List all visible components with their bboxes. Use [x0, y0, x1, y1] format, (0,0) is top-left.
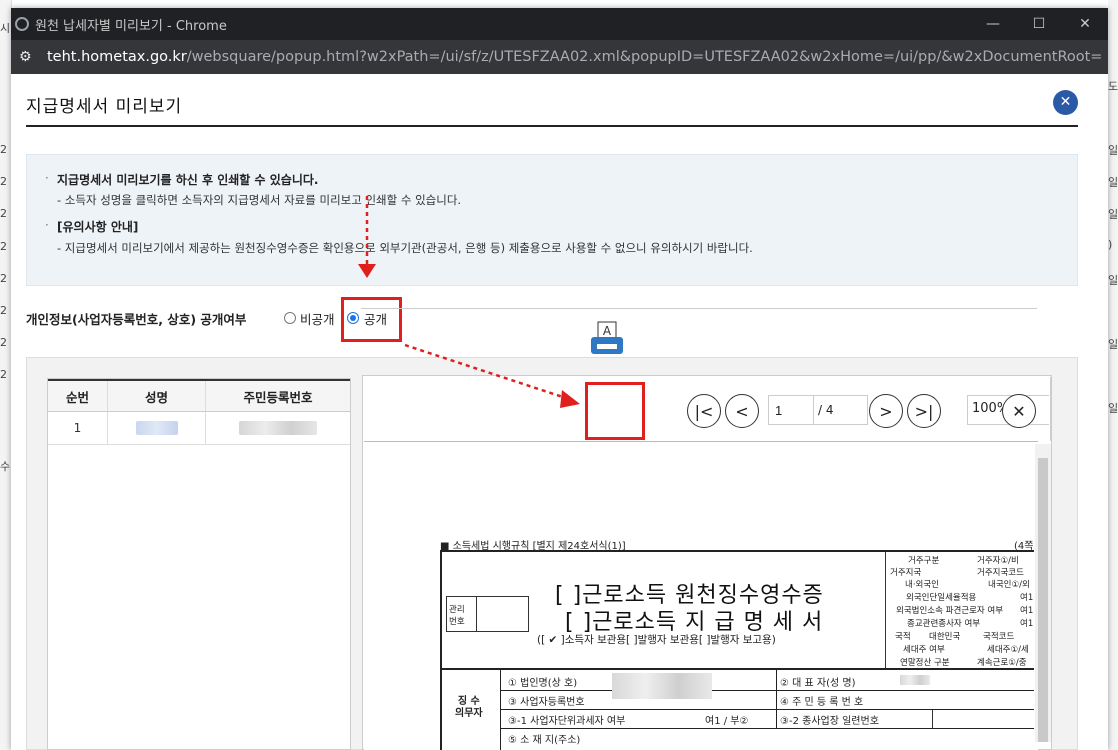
side-label: 거주자①/비 — [977, 556, 1019, 566]
side-label: 거주구분 — [908, 556, 940, 566]
scroll-thumb[interactable] — [1038, 458, 1048, 742]
field-company-name: ① 법인명(상 호) — [508, 678, 578, 689]
row-line — [500, 690, 1034, 691]
side-label: 여1 — [1020, 593, 1034, 603]
mgmt-label: 관리 번호 — [449, 605, 465, 627]
window-close-button[interactable]: ✕ — [1062, 8, 1108, 40]
info-box: · 지급명세서 미리보기를 하신 후 인쇄할 수 있습니다. - 소득자 성명을… — [26, 154, 1078, 286]
serial-box — [932, 710, 1034, 728]
next-page-button[interactable]: > — [869, 394, 903, 428]
info-line-2: [유의사항 안내] — [57, 220, 139, 234]
side-label: 세대주 여부 — [903, 645, 945, 655]
bg-text: 일 — [1108, 144, 1118, 157]
bg-text: ) — [1108, 238, 1113, 251]
page-total: / 4 — [814, 395, 868, 425]
background-page-right: 도 일 일 일 ) 일 일 일 — [1108, 0, 1118, 750]
url-host: teht.hometax.go.kr — [47, 49, 187, 65]
page-number-input[interactable] — [768, 395, 814, 425]
cell-rrn-blurred — [206, 412, 350, 444]
svg-text:A: A — [603, 324, 612, 338]
side-label: 대한민국 — [929, 632, 961, 642]
header-name: 성명 — [108, 381, 206, 411]
highlight-box-public — [341, 297, 402, 342]
payer-label: 징 수 의무자 — [455, 696, 483, 719]
page-title: 지급명세서 미리보기 — [26, 97, 183, 117]
side-label: 여1 — [1020, 619, 1034, 629]
window-title: 원천 납세자별 미리보기 - Chrome — [35, 18, 227, 34]
form-divider — [440, 668, 1034, 670]
prev-page-button[interactable]: < — [725, 394, 759, 428]
cell-no: 1 — [48, 412, 108, 444]
header-rrn: 주민등록번호 — [243, 389, 313, 405]
side-label: 계속근로①/중 — [977, 658, 1027, 668]
blurred-name — [135, 421, 178, 435]
toolbar-line — [361, 308, 1037, 309]
site-settings-icon[interactable]: ⚙ — [19, 49, 37, 65]
print-icon[interactable]: A — [590, 321, 628, 357]
row-line — [500, 728, 1034, 729]
blurred-company — [612, 673, 712, 699]
url-path: /websquare/popup.html?w2xPath=/ui/sf/z/U… — [186, 49, 1103, 65]
field-representative: ② 대 표 자(성 명) — [780, 678, 856, 689]
bg-text: 일 — [1108, 208, 1118, 221]
viewer-close-button[interactable]: ✕ — [1002, 394, 1036, 428]
employee-table: 순번 성명 주민등록번호 1 — [47, 378, 351, 750]
blurred-rrn — [239, 421, 317, 435]
bg-text: 도 — [1108, 80, 1118, 93]
address-bar[interactable]: ⚙ teht.hometax.go.kr/websquare/popup.htm… — [11, 40, 1108, 74]
bg-text: 일 — [1108, 402, 1118, 415]
info-line-1-sub: - 소득자 성명을 클릭하면 소득자의 지급명세서 자료를 미리보고 인쇄할 수… — [57, 193, 462, 207]
header-no: 순번 — [48, 381, 108, 411]
popup-close-button[interactable]: ✕ — [1053, 90, 1078, 115]
side-label: 세대주①/세 — [987, 645, 1029, 655]
privacy-label: 개인정보(사업자등록번호, 상호) 공개여부 — [26, 312, 247, 327]
minimize-button[interactable]: — — [970, 8, 1016, 40]
maximize-button[interactable]: ☐ — [1016, 8, 1062, 40]
bg-text: 일 — [1108, 176, 1118, 189]
side-label: 거주지국코드 — [977, 568, 1024, 578]
table-row[interactable]: 1 — [48, 412, 350, 445]
form-subtitle: ([ ✔ ]소득자 보관용[ ]발행자 보관용[ ]발행자 보고용) — [537, 634, 776, 646]
first-page-button[interactable]: |< — [687, 394, 721, 428]
side-label: 거주지국 — [890, 568, 922, 578]
globe-icon — [15, 17, 29, 31]
radio-private-label[interactable]: 비공개 — [300, 309, 335, 328]
toolbar-border — [1050, 377, 1051, 441]
highlight-box-print — [585, 382, 645, 440]
side-label: 내국인①/외 — [988, 580, 1030, 590]
last-page-button[interactable]: >| — [907, 394, 941, 428]
window-titlebar[interactable]: 원천 납세자별 미리보기 - Chrome — ☐ ✕ — [11, 8, 1108, 40]
document-scrollbar[interactable] — [1035, 444, 1051, 742]
bullet-icon: · — [45, 218, 49, 232]
cell-name-blurred[interactable] — [108, 412, 206, 444]
side-label: 내·외국인 — [905, 580, 939, 590]
bullet-icon: · — [45, 171, 49, 185]
field-unit-tax: ③-1 사업자단위과세자 여부 — [508, 716, 626, 727]
table-header: 순번 성명 주민등록번호 — [48, 379, 350, 412]
side-label: 종교관련종사자 여부 — [907, 619, 981, 629]
side-label: 외국법인소속 파견근로자 여부 — [896, 606, 1004, 616]
col-line — [776, 670, 777, 728]
blurred-rep — [900, 675, 930, 685]
url-text[interactable]: teht.hometax.go.kr/websquare/popup.html?… — [47, 49, 1102, 65]
field-address: ⑤ 소 재 지(주소) — [508, 735, 581, 746]
bg-text: 일 — [1108, 338, 1118, 351]
bg-text: 일 — [1108, 274, 1118, 287]
side-label: 외국인단일세율적용 — [906, 593, 977, 603]
side-label: 연말정산 구분 — [900, 658, 950, 668]
side-label: 국적코드 — [983, 632, 1015, 642]
side-label: 여1 — [1020, 606, 1034, 616]
field-biz-no: ③ 사업자등록번호 — [508, 697, 585, 708]
info-line-2-sub: - 지급명세서 미리보기에서 제공하는 원천징수영수증은 확인용으로 외부기관(… — [57, 241, 753, 255]
field-rrn: ④ 주 민 등 록 번 호 — [780, 697, 864, 708]
mgmt-divider — [476, 596, 477, 632]
form-border-left — [440, 550, 442, 750]
title-divider — [26, 125, 1078, 127]
payer-divider — [500, 670, 501, 750]
field-sub-serial: ③-2 종사업장 일련번호 — [780, 716, 879, 727]
radio-private[interactable] — [284, 312, 296, 324]
field-unit-tax-value: 여1 / 부② — [705, 716, 749, 727]
side-label: 국적 — [895, 632, 911, 642]
info-line-1: 지급명세서 미리보기를 하신 후 인쇄할 수 있습니다. — [57, 173, 319, 187]
